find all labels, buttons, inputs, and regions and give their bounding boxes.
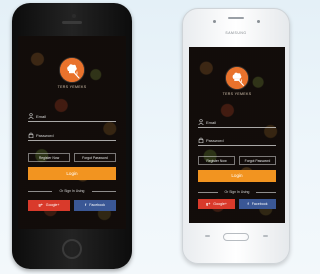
- home-button: [223, 233, 249, 241]
- email-placeholder: Email: [206, 120, 217, 125]
- login-screen-samsung: TERS YEMEKS Email Password Register Now …: [189, 47, 285, 223]
- email-field[interactable]: Email: [28, 112, 116, 122]
- forgot-password-button[interactable]: Forgot Password: [74, 153, 116, 162]
- google-label: Google+: [45, 203, 60, 207]
- register-now-button[interactable]: Register Now: [28, 153, 70, 162]
- lock-icon: [28, 132, 34, 138]
- email-field[interactable]: Email: [198, 118, 276, 128]
- password-placeholder: Password: [36, 133, 54, 138]
- app-name: TERS YEMEKS: [222, 92, 252, 96]
- app-logo-icon: [226, 67, 248, 89]
- user-icon: [198, 119, 204, 125]
- divider-line-right: [256, 192, 276, 193]
- facebook-label: Facebook: [89, 203, 105, 207]
- back-key: [263, 235, 268, 237]
- facebook-icon: f: [247, 202, 249, 206]
- forgot-password-button[interactable]: Forgot Password: [239, 156, 276, 165]
- front-camera: [257, 20, 260, 23]
- app-name: TERS YEMEKS: [57, 85, 87, 89]
- register-now-button[interactable]: Register Now: [198, 156, 235, 165]
- earpiece-speaker: [62, 21, 82, 24]
- app-logo-icon: [60, 58, 84, 82]
- front-camera: [72, 14, 76, 18]
- password-field[interactable]: Password: [28, 131, 116, 141]
- login-screen-iphone: TERS YEMEKS Email Password Register Now …: [18, 36, 126, 229]
- facebook-label: Facebook: [251, 202, 268, 206]
- google-signin-button[interactable]: g+ Google+: [28, 200, 70, 211]
- earpiece-speaker: [228, 17, 244, 19]
- login-button[interactable]: Login: [198, 170, 276, 182]
- user-icon: [28, 113, 34, 119]
- sensor-dot: [213, 20, 216, 23]
- email-placeholder: Email: [36, 114, 47, 119]
- sign-in-divider: Or Sign In Using: [28, 188, 116, 194]
- samsung-brand: SAMSUNG: [225, 31, 247, 35]
- iphone-mockup: TERS YEMEKS Email Password Register Now …: [12, 3, 132, 269]
- lock-icon: [198, 137, 204, 143]
- home-button: [62, 239, 82, 259]
- login-button[interactable]: Login: [28, 167, 116, 180]
- password-placeholder: Password: [206, 138, 224, 143]
- samsung-mockup: SAMSUNG TERS YEMEKS Email Password Regis…: [182, 8, 290, 264]
- facebook-signin-button[interactable]: f Facebook: [74, 200, 116, 211]
- sign-in-divider: Or Sign In Using: [198, 189, 276, 195]
- divider-line-right: [92, 191, 116, 192]
- google-plus-icon: g+: [206, 202, 211, 206]
- google-label: Google+: [213, 202, 227, 206]
- recent-apps-key: [205, 235, 210, 237]
- google-signin-button[interactable]: g+ Google+: [198, 199, 235, 209]
- google-plus-icon: g+: [38, 203, 43, 207]
- facebook-icon: f: [85, 203, 87, 207]
- facebook-signin-button[interactable]: f Facebook: [239, 199, 276, 209]
- password-field[interactable]: Password: [198, 136, 276, 146]
